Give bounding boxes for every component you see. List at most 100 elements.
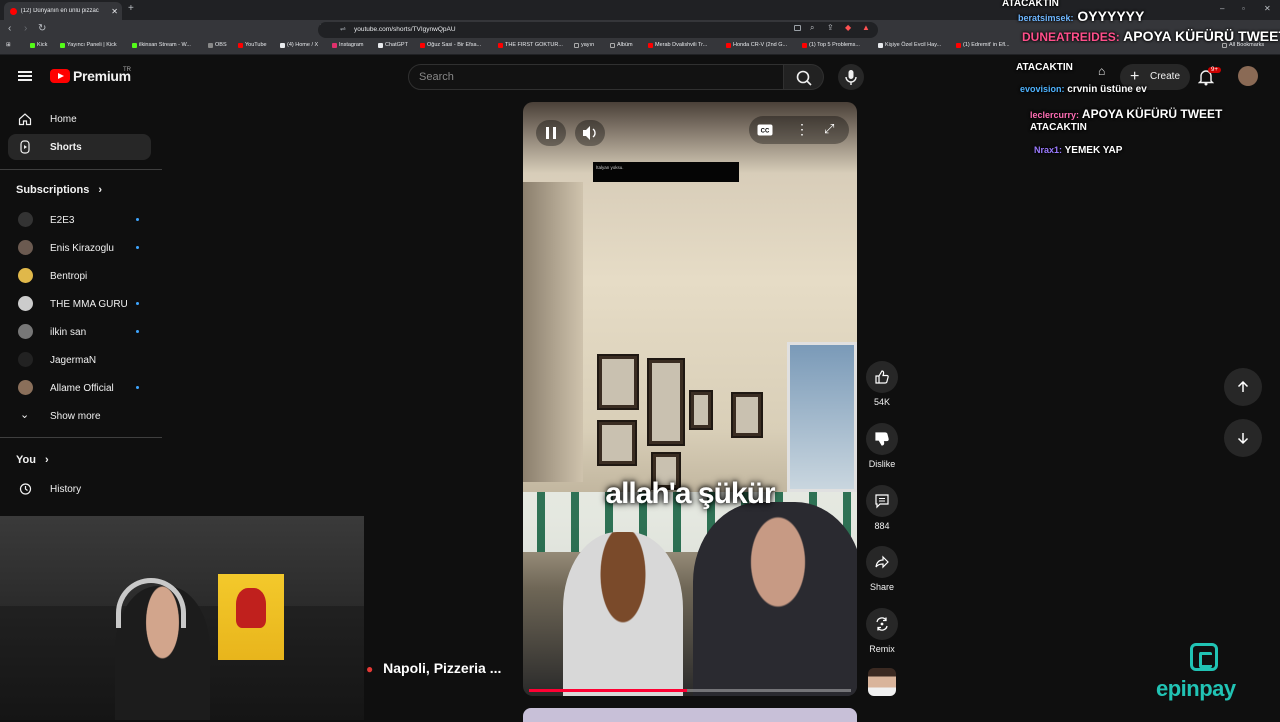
kick-icon <box>132 42 137 48</box>
bookmark-item[interactable]: (4) Home / X <box>280 42 318 48</box>
dislike-button[interactable]: Dislike <box>866 423 898 469</box>
sidebar-item-home[interactable]: Home <box>8 106 151 132</box>
remix-icon <box>876 617 888 631</box>
channel-avatar <box>18 240 33 255</box>
next-short-button[interactable] <box>1224 419 1262 457</box>
search-button[interactable] <box>784 64 824 90</box>
bookmark-item[interactable]: Honda CR-V (2nd G... <box>726 42 787 48</box>
voice-search-button[interactable] <box>838 64 864 90</box>
shorts-video-player[interactable]: CC ⋮ ⤢ İtalyan yoksu. allah'a şükür <box>523 102 857 696</box>
chat-text: APOYA KÜFÜRÜ TWEET <box>1081 107 1223 121</box>
channel-name: JagermaN <box>50 354 97 366</box>
chat-username: evovision: <box>1020 84 1065 94</box>
youtube-icon <box>802 42 807 48</box>
search-input[interactable]: Search <box>408 64 784 90</box>
forward-icon[interactable]: › <box>24 23 27 34</box>
chat-text: ATACAKTIN <box>1030 122 1087 133</box>
more-options-icon[interactable]: ⋮ <box>795 121 809 138</box>
video-progress-bar[interactable] <box>529 689 851 692</box>
subscription-item[interactable]: ilkin san <box>8 319 151 345</box>
chat-message: leclercurry: APOYA KÜFÜRÜ TWEET <box>1030 107 1222 121</box>
svg-text:CC: CC <box>761 129 770 135</box>
youtube-icon <box>238 42 243 48</box>
remix-button[interactable]: Remix <box>866 608 898 654</box>
bookmark-label: Oğuz Sasi - Bir Efsa... <box>427 42 482 48</box>
cast-icon[interactable] <box>794 25 801 31</box>
show-more-button[interactable]: ⌄ Show more <box>8 403 151 429</box>
subscription-item[interactable]: E2E3 <box>8 207 151 233</box>
previous-short-button[interactable] <box>1224 368 1262 406</box>
chat-text: APOYA KÜFÜRÜ TWEET <box>1123 28 1280 44</box>
captions-icon[interactable]: CC <box>757 124 773 136</box>
pause-button[interactable] <box>536 120 566 146</box>
bookmark-item[interactable]: ChatGPT <box>378 42 408 48</box>
youtube-logo-icon[interactable] <box>50 69 70 83</box>
browser-tab[interactable]: (12) Dünyanın en ünlü pizzac ✕ <box>4 2 122 20</box>
bookmark-label: THE FIRST GOKTUR... <box>505 42 563 48</box>
home-icon <box>18 113 32 126</box>
you-title: You <box>16 454 36 466</box>
video-scene <box>563 532 683 696</box>
share-button[interactable]: Share <box>866 546 898 592</box>
chat-message: ATACAKTIN <box>1030 122 1087 133</box>
site-info-icon[interactable]: ⇌ <box>340 22 346 38</box>
subscriptions-heading[interactable]: Subscriptions › <box>16 184 102 196</box>
bookmark-item[interactable]: Merab Dvalishvili Tr... <box>648 42 707 48</box>
comments-button[interactable]: 884 <box>866 485 898 531</box>
subscription-item[interactable]: JagermaN <box>8 347 151 373</box>
bookmark-item[interactable]: Oğuz Sasi - Bir Efsa... <box>420 42 481 48</box>
url-text: youtube.com/shorts/TVIgynwQpAU <box>354 26 456 33</box>
subscription-item[interactable]: Enis Kirazoglu <box>8 235 151 261</box>
bookmark-item[interactable]: YouTube <box>238 42 267 48</box>
show-more-label: Show more <box>50 410 101 422</box>
location-tag[interactable]: ● Napoli, Pizzeria ... <box>366 660 501 676</box>
bookmark-item[interactable]: OBS <box>208 42 227 48</box>
bookmark-item[interactable]: ilkinsan Stream - W... <box>132 42 191 48</box>
shorts-icon <box>20 140 30 154</box>
sidebar: Home Shorts Subscriptions › E2E3 Enis Ki… <box>0 98 164 518</box>
you-heading[interactable]: You › <box>16 454 49 466</box>
bookmark-label: Kick <box>37 42 48 48</box>
volume-button[interactable] <box>575 120 605 146</box>
pause-icon <box>546 127 556 139</box>
fullscreen-icon[interactable]: ⤢ <box>824 121 834 137</box>
chatgpt-icon <box>378 42 383 48</box>
bookmark-item[interactable]: THE FIRST GOKTUR... <box>498 42 563 48</box>
subscription-item[interactable]: Bentropi <box>8 263 151 289</box>
chat-message: evovision: crvnin üstüne ev <box>1020 84 1147 95</box>
chat-text: OYYYYYY <box>1077 8 1145 24</box>
bookmark-item[interactable]: Albüm <box>610 42 633 48</box>
subscription-item[interactable]: THE MMA GURU <box>8 291 151 317</box>
apps-grid-icon[interactable]: ⊞ <box>6 42 11 48</box>
chat-username: beratsimsek: <box>1018 13 1074 23</box>
bookmark-item[interactable]: Instagram <box>332 42 363 48</box>
like-button[interactable]: 54K <box>866 361 898 407</box>
bookmark-item[interactable]: yayın <box>574 42 594 48</box>
share-page-icon[interactable]: ⇪ <box>827 23 834 32</box>
back-icon[interactable]: ‹ <box>8 23 11 34</box>
bookmark-item[interactable]: Kick <box>30 42 47 48</box>
new-tab-icon[interactable]: + <box>128 3 134 14</box>
bookmark-item[interactable]: Kişiye Özel Evcil Hay... <box>878 42 941 48</box>
extension-alert-icon[interactable]: ▲ <box>862 23 870 32</box>
bookmark-item[interactable]: Yayıncı Paneli | Kick <box>60 42 117 48</box>
sidebar-item-shorts[interactable]: Shorts <box>8 134 151 160</box>
channel-avatar[interactable] <box>868 668 896 696</box>
history-icon <box>19 483 32 495</box>
bookmark-label: ChatGPT <box>385 42 408 48</box>
kick-icon <box>60 42 65 48</box>
comment-icon <box>875 494 889 509</box>
thumbs-down-icon <box>875 432 889 446</box>
reload-icon[interactable]: ↻ <box>38 23 46 34</box>
chevron-right-icon: › <box>45 454 49 466</box>
subscription-item[interactable]: Allame Official <box>8 375 151 401</box>
menu-icon[interactable] <box>18 71 32 81</box>
epinpay-logo-icon <box>1190 643 1218 671</box>
close-tab-icon[interactable]: ✕ <box>111 7 118 16</box>
search-icon <box>796 70 812 86</box>
zoom-icon[interactable]: ⌕ <box>810 23 814 33</box>
bookmark-item[interactable]: (1) Top 5 Problems... <box>802 42 860 48</box>
extension-icon[interactable]: ◆ <box>845 23 851 32</box>
arrow-down-icon <box>1237 433 1249 445</box>
sidebar-item-history[interactable]: History <box>8 476 151 502</box>
